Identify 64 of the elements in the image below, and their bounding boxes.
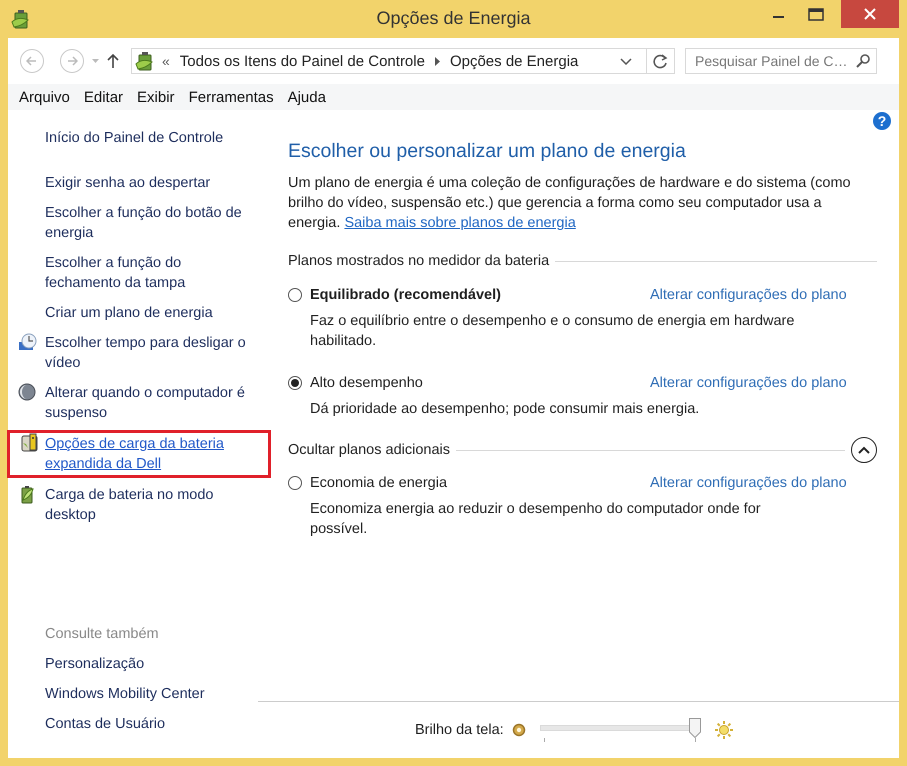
plan-radio[interactable]	[288, 376, 302, 390]
see-also-link[interactable]: Windows Mobility Center	[45, 684, 255, 704]
menu-item[interactable]: Arquivo	[12, 88, 77, 106]
back-arrow-icon	[26, 56, 38, 66]
address-bar[interactable]: « Todos os Itens do Painel de Controle Opções de Energia	[131, 48, 675, 74]
page-heading: Escolher ou personalizar um plano de energia	[288, 139, 687, 163]
breadcrumb-arrow-icon	[434, 56, 440, 66]
breadcrumb-item[interactable]: Opções de Energia	[450, 52, 578, 70]
control-panel-home-link[interactable]: Início do Painel de Controle	[45, 128, 255, 148]
plan-name[interactable]: Economia de energia	[310, 473, 650, 493]
change-plan-settings-link[interactable]: Alterar configurações do plano	[650, 473, 877, 493]
menu-item[interactable]: Editar	[76, 88, 130, 106]
brightness-slider[interactable]	[540, 718, 700, 742]
task-link[interactable]: Carga de bateria no modo desktop	[45, 485, 255, 525]
slider-thumb[interactable]	[688, 718, 701, 738]
see-also-heading: Consulte também	[44, 625, 160, 644]
plan-radio[interactable]	[288, 476, 302, 490]
plan-description: Economiza energia ao reduzir o desempenho do computador onde for possível.	[310, 500, 762, 539]
plan-description: Dá prioridade ao desempenho; pode consumir mais energia.	[310, 400, 700, 419]
battery-settings-icon	[20, 433, 39, 452]
section-heading: Planos mostrados no medidor da bateria	[288, 252, 550, 271]
task-link[interactable]: Escolher a função do botão de energia	[45, 203, 255, 243]
close-icon	[864, 8, 876, 20]
up-button[interactable]	[107, 53, 119, 69]
brightness-label: Brilho da tela:	[415, 721, 504, 740]
section-heading: Ocultar planos adicionais	[288, 441, 450, 460]
menu-item[interactable]: Exibir	[130, 88, 182, 106]
search-field[interactable]: Pesquisar Painel de C…	[685, 48, 877, 74]
refresh-icon	[653, 54, 668, 68]
bright-sun-icon	[714, 720, 734, 740]
collapse-button[interactable]	[851, 437, 877, 463]
task-link[interactable]: Escolher a função do fechamento da tampa	[45, 253, 255, 293]
clock-icon	[18, 333, 37, 351]
chevron-down-icon	[620, 58, 632, 64]
caret-icon	[92, 59, 99, 63]
plan-name[interactable]: Alto desempenho	[310, 373, 650, 393]
change-plan-settings-link[interactable]: Alterar configurações do plano	[650, 373, 877, 393]
see-also-link[interactable]: Personalização	[45, 654, 255, 674]
search-icon	[856, 54, 870, 68]
plan-name[interactable]: Equilibrado (recomendável)	[310, 285, 650, 305]
change-plan-settings-link[interactable]: Alterar configurações do plano	[650, 285, 877, 305]
task-link[interactable]: Exigir senha ao despertar	[45, 173, 255, 193]
breadcrumb-item[interactable]: Todos os Itens do Painel de Controle	[180, 52, 425, 70]
window-title: Opções de Energia	[376, 8, 531, 29]
task-link[interactable]: Opções de carga da bateria expandida da Dell	[45, 434, 255, 474]
up-arrow-icon	[107, 53, 119, 69]
close-button[interactable]	[841, 0, 899, 28]
forward-arrow-icon	[66, 56, 78, 66]
description-text: Um plano de energia é uma coleção de configurações de hardware e do sistema (como brilho do vídeo, suspensão etc.) que gerencia a forma como seu computador usa a energia. Saiba mais sobre planos de energia	[288, 174, 852, 233]
overflow-chevron[interactable]: «	[162, 53, 170, 69]
learn-more-link[interactable]: Saiba mais sobre planos de energia	[344, 215, 576, 231]
task-link[interactable]: Alterar quando o computador é suspenso	[45, 383, 255, 423]
moon-icon	[18, 383, 36, 401]
menu-item[interactable]: Ferramentas	[182, 88, 281, 106]
help-button[interactable]: ?	[873, 112, 891, 130]
chevron-up-icon	[858, 446, 870, 454]
maximize-icon	[808, 8, 824, 20]
see-also-link[interactable]: Contas de Usuário	[45, 714, 255, 734]
plan-radio[interactable]	[288, 288, 302, 302]
dim-sun-icon	[512, 723, 526, 737]
task-link[interactable]: Escolher tempo para desligar o vídeo	[45, 333, 255, 373]
menu-item[interactable]: Ajuda	[280, 88, 333, 106]
task-link[interactable]: Criar um plano de energia	[45, 303, 255, 323]
plan-description: Faz o equilíbrio entre o desempenho e o consumo de energia em hardware habilitado.	[310, 312, 796, 351]
